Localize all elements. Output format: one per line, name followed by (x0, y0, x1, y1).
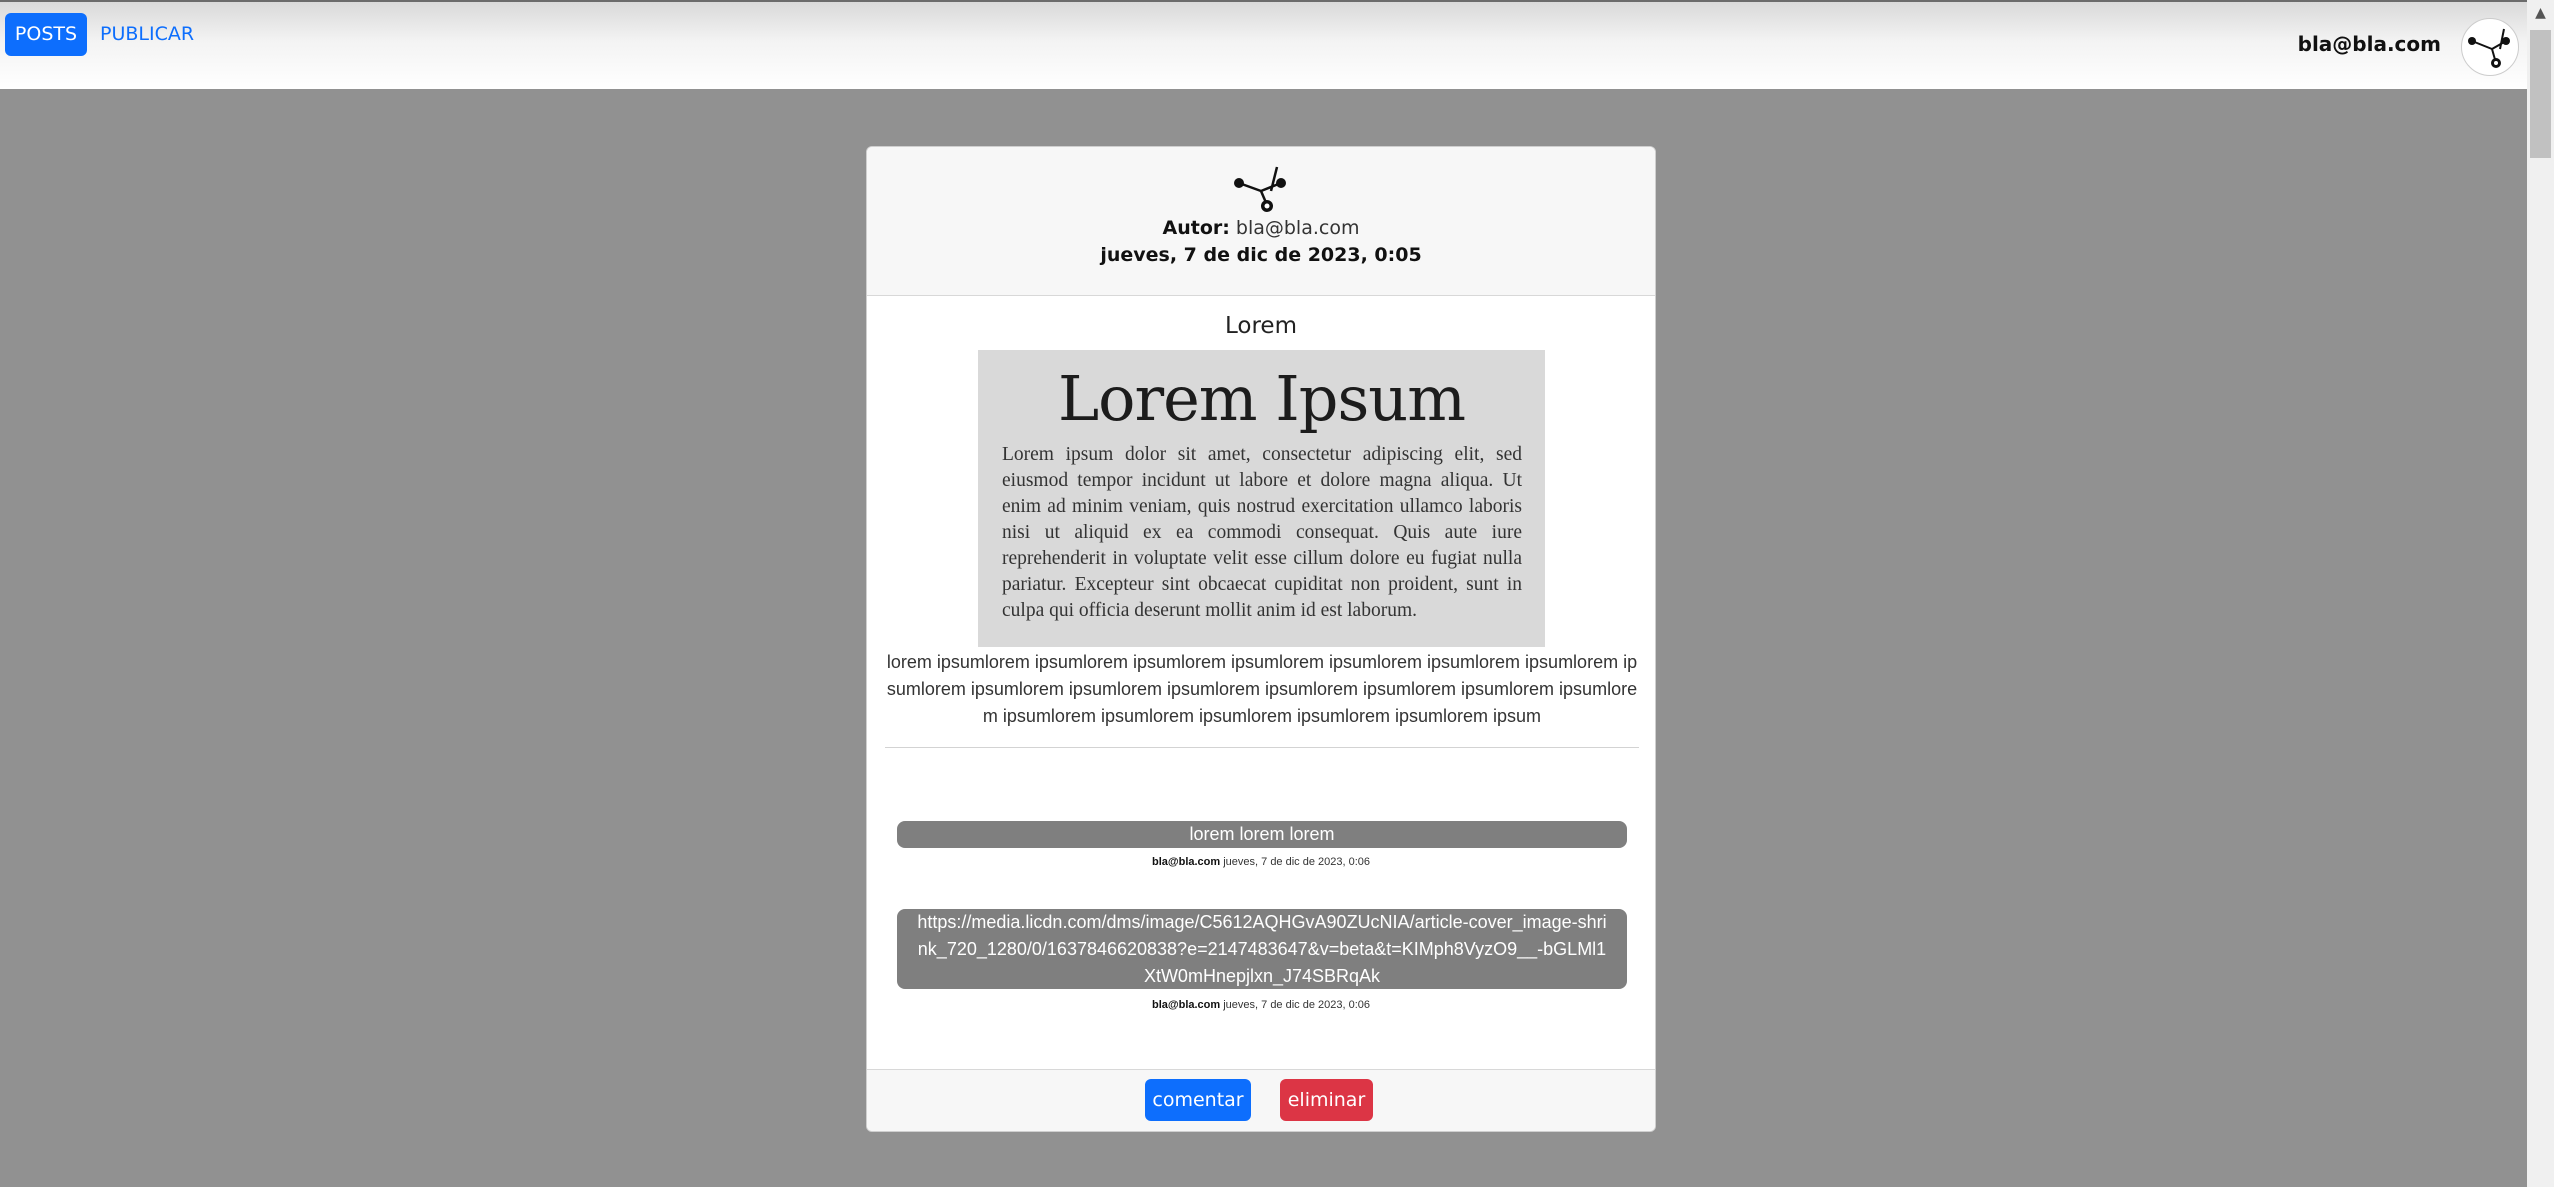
user-email[interactable]: bla@bla.com (2298, 23, 2441, 66)
post-title: Lorem (1225, 313, 1297, 339)
author-email: bla@bla.com (1235, 217, 1360, 239)
robot-arm-icon (2468, 28, 2510, 68)
post-image: Lorem Ipsum Lorem ipsum dolor sit amet, … (978, 350, 1545, 647)
post-header: Autor: bla@bla.com jueves, 7 de dic de 2… (867, 147, 1655, 296)
comment-author: bla@bla.com (1151, 999, 1221, 1011)
posts-nav-button[interactable]: POSTS (5, 13, 87, 56)
publicar-nav-link[interactable]: PUBLICAR (100, 13, 194, 56)
post-date: jueves, 7 de dic de 2023, 0:05 (1100, 244, 1422, 266)
post-card: Autor: bla@bla.com jueves, 7 de dic de 2… (866, 146, 1656, 1132)
post-footer: comentar eliminar (867, 1069, 1655, 1131)
robot-arm-icon (1234, 166, 1286, 212)
author-label: Autor: (1162, 217, 1230, 239)
comment-meta: bla@bla.com jueves, 7 de dic de 2023, 0:… (867, 856, 1655, 868)
image-heading: Lorem Ipsum (1057, 362, 1466, 435)
comentar-button[interactable]: comentar (1145, 1079, 1251, 1121)
divider (885, 747, 1639, 748)
comment-author: bla@bla.com (1151, 856, 1221, 868)
top-navbar: POSTS PUBLICAR bla@bla.com (0, 0, 2527, 89)
page-scrollbar[interactable]: ▲ (2527, 0, 2554, 1187)
eliminar-button[interactable]: eliminar (1280, 1079, 1373, 1121)
comment-bubble: lorem lorem lorem (897, 821, 1627, 848)
post-body: lorem ipsumlorem ipsumlorem ipsumlorem i… (886, 652, 1638, 726)
post-author: Autor: bla@bla.com (867, 217, 1655, 239)
image-text: Lorem ipsum dolor sit amet, consectetur … (1002, 444, 1522, 621)
scroll-thumb[interactable] (2530, 30, 2551, 158)
comment-date: jueves, 7 de dic de 2023, 0:06 (1223, 999, 1371, 1011)
comment-date: jueves, 7 de dic de 2023, 0:06 (1223, 856, 1371, 868)
comment-meta: bla@bla.com jueves, 7 de dic de 2023, 0:… (867, 999, 1655, 1011)
user-avatar[interactable] (2461, 18, 2519, 76)
comment-bubble: https://media.licdn.com/dms/image/C5612A… (897, 909, 1627, 989)
scroll-up-icon[interactable]: ▲ (2527, 0, 2554, 27)
